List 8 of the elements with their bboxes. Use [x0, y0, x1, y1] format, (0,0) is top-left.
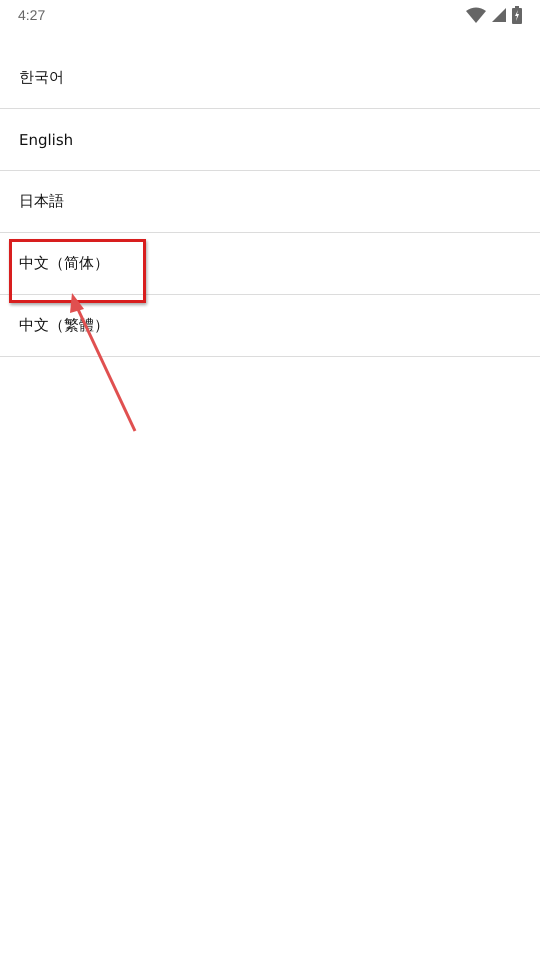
status-time: 4:27: [18, 7, 46, 23]
battery-icon: [512, 6, 522, 24]
language-item[interactable]: English: [0, 109, 540, 171]
language-item[interactable]: 中文（简体）: [0, 233, 540, 295]
signal-icon: [492, 8, 506, 22]
wifi-icon: [466, 7, 486, 23]
language-item[interactable]: 한국어: [0, 47, 540, 109]
language-item[interactable]: 日本語: [0, 171, 540, 233]
